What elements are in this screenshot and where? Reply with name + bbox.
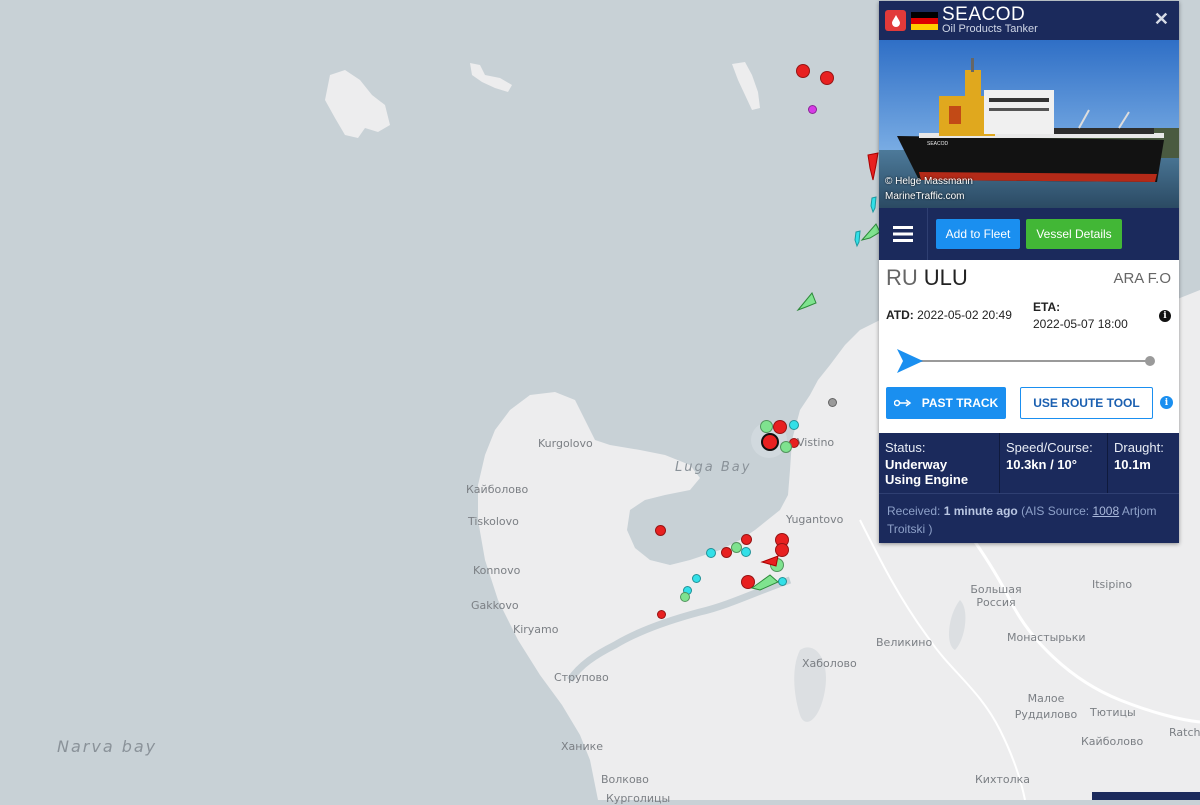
draught-value: 10.1m (1114, 457, 1151, 472)
photo-credit: © Helge Massmann MarineTraffic.com (885, 174, 973, 204)
status-value-line2: Using Engine (885, 472, 969, 487)
vessel-arrow-green (750, 574, 779, 591)
vessel-arrow-cyan (870, 196, 877, 214)
route-origin: RU ULU (886, 265, 968, 291)
eta-value: 2022-05-07 18:00 (1033, 317, 1128, 331)
received-info: Received: 1 minute ago (AIS Source: 1008… (879, 493, 1179, 543)
status-bar: Status: Underway Using Engine Speed/Cour… (879, 433, 1179, 493)
atd: ATD: 2022-05-02 20:49 (886, 308, 1012, 322)
voyage-progress-bar (897, 346, 1157, 376)
destination: ARA F.O (1113, 270, 1171, 287)
vessel-arrow-green (860, 223, 881, 241)
ais-source-link[interactable]: 1008 (1092, 504, 1119, 518)
vessel-arrow-green (796, 292, 817, 312)
draught-label: Draught: (1114, 440, 1164, 455)
menu-icon[interactable] (879, 208, 928, 260)
status-cell: Status: Underway Using Engine (879, 433, 999, 493)
route-tool-button[interactable]: USE ROUTE TOOL (1020, 387, 1153, 419)
vessel-details-button[interactable]: Vessel Details (1026, 219, 1122, 249)
tanker-icon (885, 10, 906, 31)
photo-credit-author: © Helge Massmann (885, 176, 973, 187)
add-to-fleet-button[interactable]: Add to Fleet (936, 219, 1020, 249)
vessel-type: Oil Products Tanker (942, 23, 1038, 35)
info-icon[interactable]: i (1160, 396, 1173, 409)
departure-port: ULU (923, 265, 968, 290)
close-icon[interactable]: ✕ (1154, 9, 1169, 30)
ais-source-label: (AIS Source: (1021, 504, 1090, 518)
vessel-arrow-red (760, 555, 779, 567)
vessel-position-marker (897, 349, 923, 373)
atd-label: ATD: (886, 308, 914, 322)
speed-course-label: Speed/Course: (1006, 440, 1093, 455)
svg-text:SEACOD: SEACOD (927, 141, 949, 147)
photo-credit-site: MarineTraffic.com (885, 191, 965, 202)
status-label: Status: (885, 440, 926, 455)
germany-flag-icon (911, 12, 938, 30)
received-time: 1 minute ago (943, 504, 1018, 518)
departure-country: RU (886, 265, 918, 290)
speed-course-cell: Speed/Course: 10.3kn / 10° (999, 433, 1107, 493)
vessel-arrow-cyan (854, 230, 861, 248)
past-track-label: PAST TRACK (921, 396, 999, 410)
info-icon[interactable]: i (1159, 310, 1171, 322)
draught-cell: Draught: 10.1m (1107, 433, 1179, 493)
bottom-panel-edge (1092, 792, 1200, 800)
status-value-line1: Underway (885, 457, 948, 472)
vessel-info-panel: SEACOD Oil Products Tanker ✕ SEACOD © He… (879, 1, 1179, 543)
eta-label: ETA: (1033, 300, 1061, 314)
vessel-arrow-red (867, 152, 879, 181)
received-label: Received: (887, 504, 941, 518)
atd-value: 2022-05-02 20:49 (917, 308, 1012, 322)
speed-course-value: 10.3kn / 10° (1006, 457, 1077, 472)
panel-toolbar: Add to Fleet Vessel Details (879, 208, 1179, 260)
panel-header: SEACOD Oil Products Tanker ✕ (879, 1, 1179, 40)
vessel-photo[interactable]: SEACOD © Helge Massmann MarineTraffic.co… (879, 40, 1179, 208)
track-icon (893, 399, 912, 407)
past-track-button[interactable]: PAST TRACK (886, 387, 1006, 419)
